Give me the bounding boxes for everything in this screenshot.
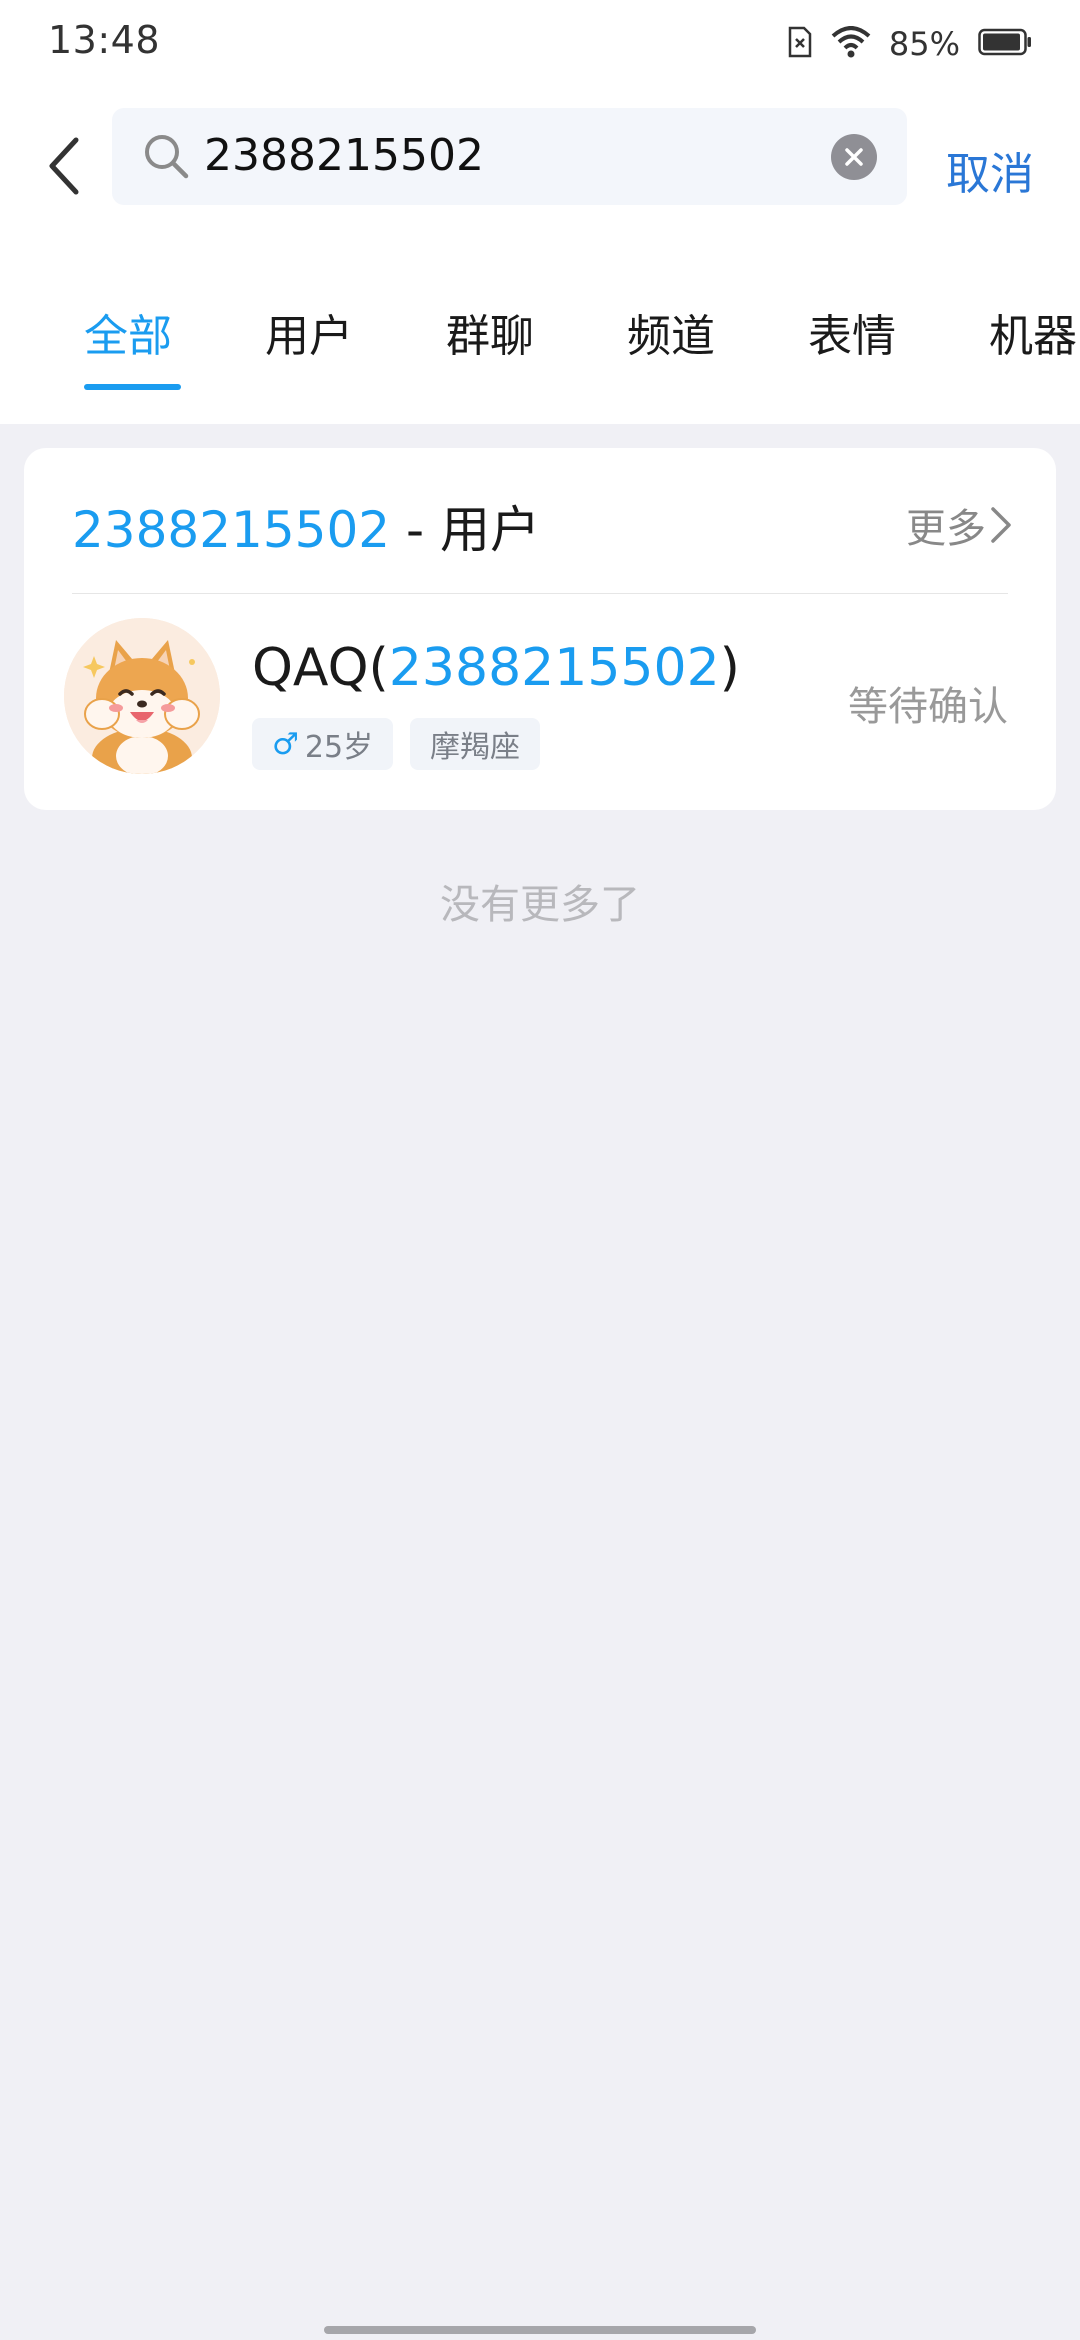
user-id: 2388215502 [388,638,720,698]
user-name: QAQ(2388215502) [252,638,740,698]
tab-channels[interactable]: 频道 [627,300,715,364]
search-box[interactable]: 2388215502 [112,108,907,205]
more-label: 更多 [906,506,986,552]
no-more-text: 没有更多了 [440,882,640,928]
tab-bots[interactable]: 机器 [989,300,1077,364]
section-title-query: 2388215502 [72,501,391,559]
pending-status: 等待确认 [848,684,1008,730]
section-title-suffix: - 用户 [390,501,540,559]
search-icon [145,135,189,179]
cancel-button[interactable]: 取消 [946,138,1034,202]
clear-icon [845,148,863,166]
search-input[interactable]: 2388215502 [204,128,484,184]
avatar[interactable] [64,618,220,774]
tab-stickers[interactable]: 表情 [808,300,896,364]
back-button[interactable] [34,118,94,214]
active-tab-indicator [84,384,181,390]
battery-percent: 85% [888,25,960,63]
sim-error-icon [787,26,813,62]
tab-users[interactable]: 用户 [265,300,353,364]
zodiac-label: 摩羯座 [430,730,520,765]
age-label: 25岁 [304,730,374,765]
back-arrow-icon [49,137,79,195]
clear-search-button[interactable] [831,134,877,180]
tab-groups[interactable]: 群聊 [446,300,534,364]
user-name-prefix: QAQ( [252,638,389,698]
user-results-card: 2388215502 - 用户 更多 QAQ(2388215502) ♂ 25岁… [24,448,1056,810]
more-button[interactable]: 更多 [906,496,1012,554]
status-bar: 13:48 85% [0,0,1080,88]
battery-icon [978,28,1032,60]
male-icon: ♂ [272,726,299,762]
gender-age-tag: ♂ 25岁 [252,718,394,770]
section-title: 2388215502 - 用户 [72,490,540,562]
user-result-row[interactable]: QAQ(2388215502) ♂ 25岁 摩羯座 等待确认 [24,594,1056,810]
tab-bar: 全部 用户 群聊 频道 表情 机器 [0,248,1080,424]
status-icons: 85% [787,22,1032,66]
zodiac-tag: 摩羯座 [410,718,540,770]
status-time: 13:48 [48,18,161,62]
search-header: 2388215502 取消 [0,88,1080,248]
chevron-right-icon [991,507,1011,543]
home-indicator[interactable] [324,2326,756,2334]
wifi-icon [831,26,871,62]
user-name-suffix: ) [719,638,740,698]
shiba-dog-avatar-icon [64,618,220,774]
tab-all[interactable]: 全部 [84,300,172,364]
